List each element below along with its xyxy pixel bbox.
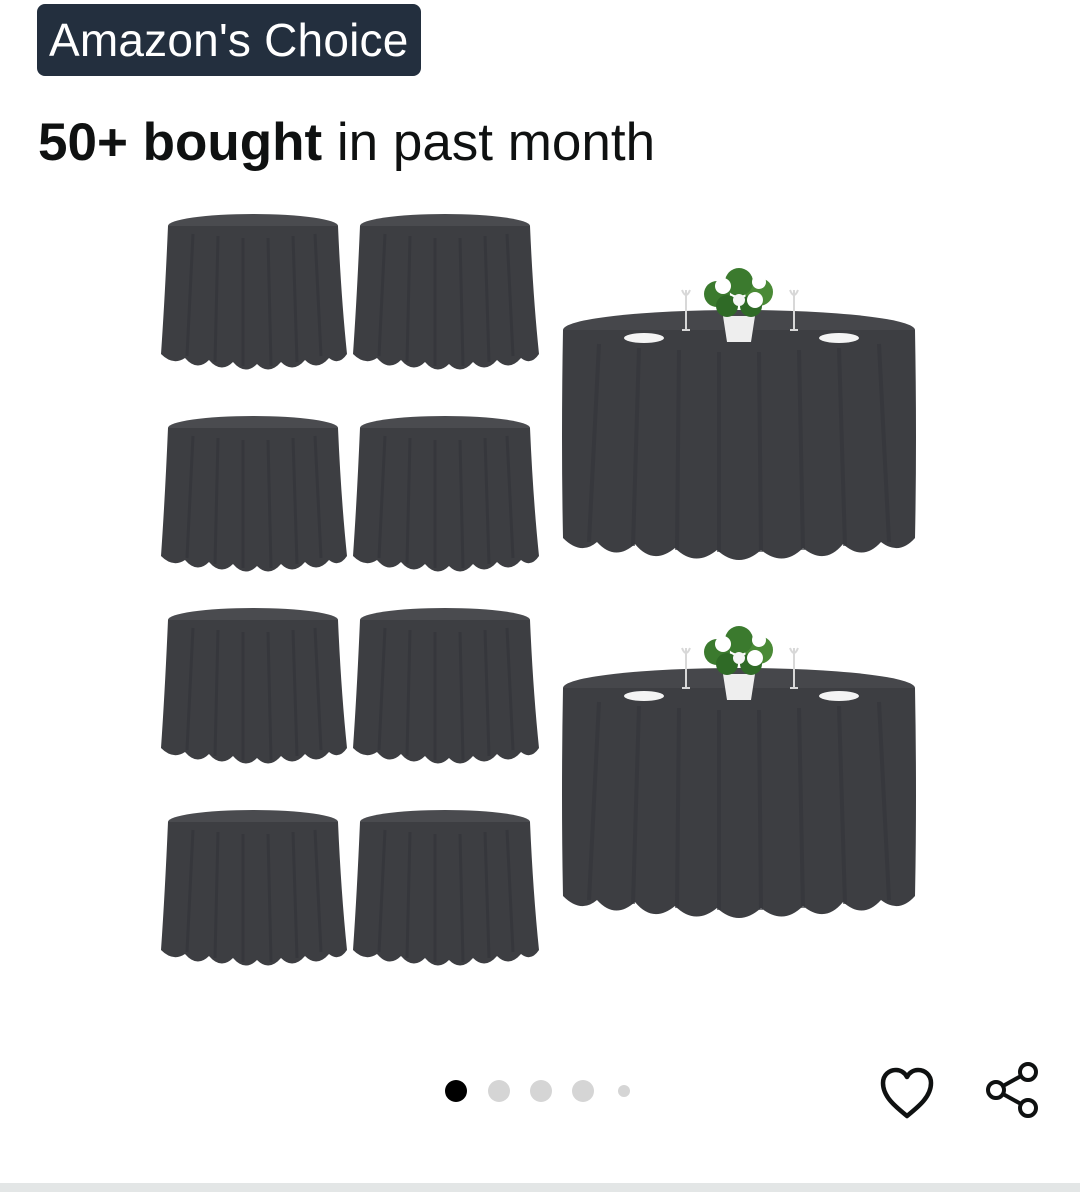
carousel-dot-1[interactable] xyxy=(445,1080,467,1102)
bought-count: 50+ bought xyxy=(38,113,323,172)
bought-suffix: in past month xyxy=(322,113,656,172)
carousel-dot-4[interactable] xyxy=(572,1080,594,1102)
carousel-indicator[interactable] xyxy=(440,1076,640,1106)
heart-icon xyxy=(880,1067,934,1119)
wishlist-button[interactable] xyxy=(876,1062,938,1124)
carousel-dot-5[interactable] xyxy=(618,1085,630,1097)
carousel-dot-3[interactable] xyxy=(530,1080,552,1102)
amazons-choice-badge: Amazon's Choice xyxy=(37,4,421,76)
bought-in-past-month: 50+ bought in past month xyxy=(38,112,655,173)
share-button[interactable] xyxy=(982,1060,1044,1122)
carousel-dot-2[interactable] xyxy=(488,1080,510,1102)
share-icon xyxy=(986,1062,1038,1118)
product-image[interactable] xyxy=(150,200,940,990)
section-divider xyxy=(0,1183,1080,1192)
